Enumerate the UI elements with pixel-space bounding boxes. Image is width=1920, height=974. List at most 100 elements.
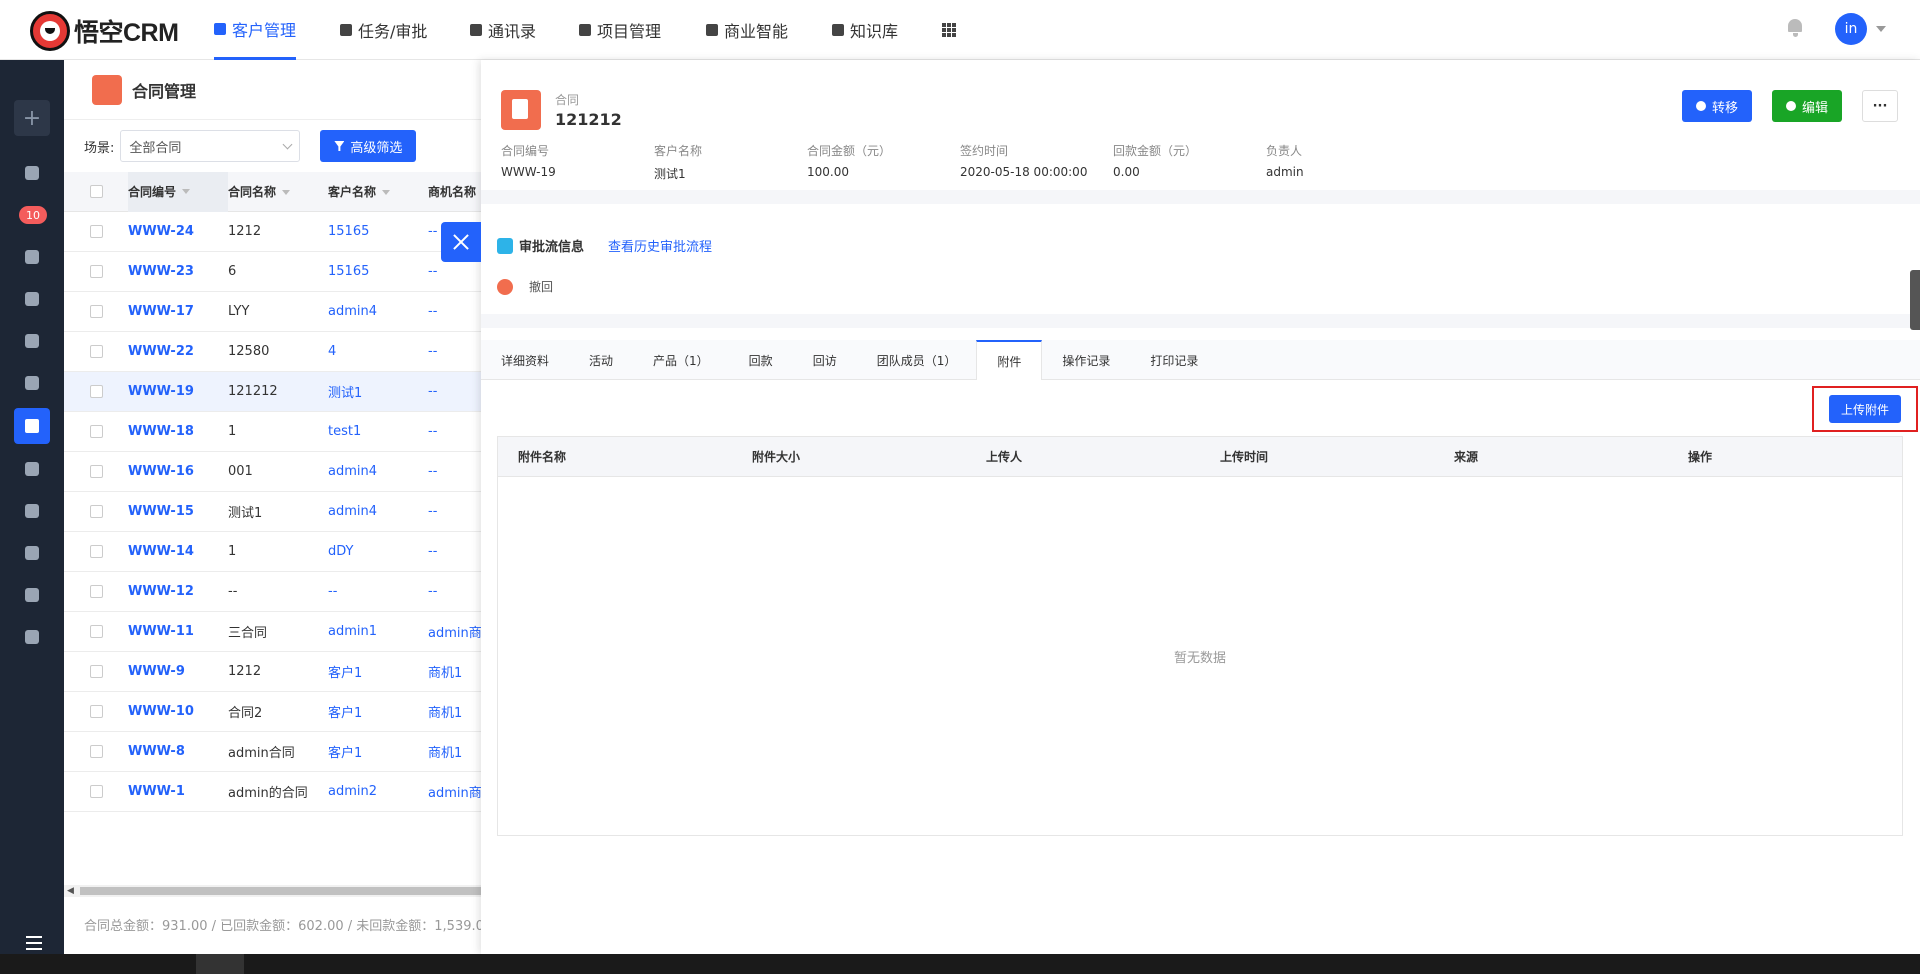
table-row[interactable]: WWW-18 1 test1 --: [64, 412, 484, 452]
contract-code-link[interactable]: WWW-22: [128, 344, 228, 359]
row-checkbox[interactable]: [89, 545, 103, 558]
collapse-menu-icon[interactable]: [20, 936, 42, 950]
dashboard-icon[interactable]: [25, 166, 39, 180]
opportunity-link[interactable]: --: [428, 424, 484, 439]
table-row[interactable]: WWW-1admin的合同 admin2admin商机: [64, 772, 484, 812]
contract-code-link[interactable]: WWW-24: [128, 224, 228, 239]
contract-nav-icon[interactable]: [14, 408, 50, 444]
customer-link[interactable]: admin1: [328, 624, 428, 639]
row-checkbox[interactable]: [89, 745, 103, 758]
advanced-filter-button[interactable]: 高级筛选: [320, 130, 417, 162]
row-checkbox[interactable]: [89, 305, 103, 318]
table-row[interactable]: WWW-19 121212 测试1 --: [64, 372, 484, 412]
column-header-code[interactable]: 合同编号: [128, 171, 228, 212]
table-row[interactable]: WWW-22 12580 4 --: [64, 332, 484, 372]
nav-item-0[interactable]: 客户管理: [214, 0, 297, 60]
table-row[interactable]: WWW-16 001 admin4 --: [64, 452, 484, 492]
approval-history-link[interactable]: 查看历史审批流程: [608, 236, 712, 255]
opportunity-link[interactable]: --: [428, 344, 484, 359]
opportunity-link[interactable]: 商机1: [428, 742, 484, 761]
tab-6[interactable]: 附件: [976, 340, 1043, 380]
customer-company-icon[interactable]: [25, 292, 39, 306]
row-checkbox[interactable]: [89, 385, 103, 398]
customer-link[interactable]: test1: [328, 424, 428, 439]
opportunity-link[interactable]: --: [428, 304, 484, 319]
row-checkbox[interactable]: [89, 425, 103, 438]
tab-8[interactable]: 打印记录: [1130, 340, 1218, 380]
contract-code-link[interactable]: WWW-10: [128, 704, 228, 719]
opportunity-link[interactable]: --: [428, 384, 484, 399]
contract-code-link[interactable]: WWW-1: [128, 784, 228, 799]
tab-0[interactable]: 详细资料: [481, 340, 569, 380]
tab-7[interactable]: 操作记录: [1042, 340, 1130, 380]
user-menu-chevron-down-icon[interactable]: [1876, 26, 1886, 32]
nav-item-2[interactable]: 通讯录: [470, 0, 536, 60]
customer-link[interactable]: 15165: [328, 224, 428, 239]
row-checkbox[interactable]: [89, 265, 103, 278]
product-box-icon[interactable]: [25, 588, 39, 602]
customer-link[interactable]: 客户1: [328, 742, 428, 761]
leads-icon[interactable]: [25, 250, 39, 264]
home-icon[interactable]: [25, 546, 39, 560]
table-row[interactable]: WWW-11三合同 admin1admin商机: [64, 612, 484, 652]
tab-1[interactable]: 活动: [569, 340, 633, 380]
quick-create-button[interactable]: +: [14, 100, 50, 136]
customer-link[interactable]: 测试1: [328, 382, 428, 401]
opportunity-link[interactable]: 商机1: [428, 662, 484, 681]
close-detail-button[interactable]: [441, 222, 481, 262]
contract-code-link[interactable]: WWW-16: [128, 464, 228, 479]
nav-item-4[interactable]: 商业智能: [706, 0, 788, 60]
tab-4[interactable]: 回访: [793, 340, 857, 380]
row-checkbox[interactable]: [89, 225, 103, 238]
row-checkbox[interactable]: [89, 345, 103, 358]
invoice-icon[interactable]: [25, 504, 39, 518]
send-plane-icon[interactable]: [25, 630, 39, 644]
table-row[interactable]: WWW-14 1 dDY --: [64, 532, 484, 572]
table-row[interactable]: WWW-9 1212 客户1 商机1: [64, 652, 484, 692]
contract-code-link[interactable]: WWW-17: [128, 304, 228, 319]
edit-button[interactable]: 编辑: [1771, 90, 1842, 122]
opportunity-link[interactable]: --: [428, 584, 484, 599]
customer-link[interactable]: admin4: [328, 504, 428, 519]
table-row[interactable]: WWW-15 测试1 admin4 --: [64, 492, 484, 532]
row-checkbox[interactable]: [89, 705, 103, 718]
notification-count-badge[interactable]: 10: [19, 206, 47, 224]
table-row[interactable]: WWW-17 LYY admin4 --: [64, 292, 484, 332]
row-checkbox[interactable]: [89, 585, 103, 598]
table-row[interactable]: WWW-23 6 15165 --: [64, 252, 484, 292]
sort-icon[interactable]: [382, 190, 391, 195]
opportunity-link[interactable]: --: [428, 504, 484, 519]
customer-link[interactable]: 4: [328, 344, 428, 359]
user-avatar[interactable]: in: [1835, 13, 1867, 45]
contract-code-link[interactable]: WWW-11: [128, 624, 228, 639]
tab-5[interactable]: 团队成员（1）: [857, 340, 977, 380]
customer-link[interactable]: 客户1: [328, 702, 428, 721]
select-all-checkbox[interactable]: [89, 185, 103, 198]
column-header-opportunity[interactable]: 商机名称: [428, 183, 484, 200]
app-grid-icon[interactable]: [942, 23, 956, 37]
row-checkbox[interactable]: [89, 625, 103, 638]
row-checkbox[interactable]: [89, 785, 103, 798]
row-checkbox[interactable]: [89, 465, 103, 478]
nav-item-1[interactable]: 任务/审批: [340, 0, 427, 60]
more-actions-button[interactable]: ···: [1862, 90, 1898, 122]
contract-code-link[interactable]: WWW-12: [128, 584, 228, 599]
contract-code-link[interactable]: WWW-9: [128, 664, 228, 679]
table-row[interactable]: WWW-12 -- -- --: [64, 572, 484, 612]
table-row[interactable]: WWW-10 合同2 客户1 商机1: [64, 692, 484, 732]
customer-link[interactable]: admin2: [328, 784, 428, 799]
opportunity-link[interactable]: --: [428, 264, 484, 279]
scene-select[interactable]: 全部合同: [120, 130, 301, 162]
table-row[interactable]: WWW-8 admin合同 客户1 商机1: [64, 732, 484, 772]
notification-bell-icon[interactable]: [1787, 19, 1803, 37]
transfer-button[interactable]: 转移: [1681, 90, 1752, 122]
contract-code-link[interactable]: WWW-23: [128, 264, 228, 279]
contract-code-link[interactable]: WWW-19: [128, 384, 228, 399]
opportunity-link[interactable]: --: [428, 544, 484, 559]
scroll-left-arrow-icon[interactable]: ◀: [67, 886, 74, 896]
brand-logo[interactable]: 悟空CRM: [30, 11, 179, 51]
column-header-name[interactable]: 合同名称: [228, 183, 328, 200]
customer-link[interactable]: admin4: [328, 464, 428, 479]
customer-link[interactable]: --: [328, 584, 428, 599]
opportunity-link[interactable]: 商机1: [428, 702, 484, 721]
